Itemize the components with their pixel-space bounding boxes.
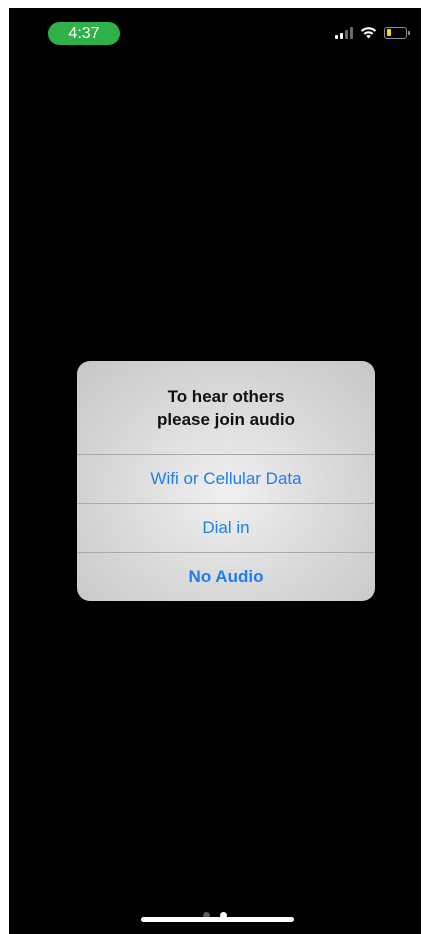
status-icons [335,26,410,39]
wifi-cellular-button[interactable]: Wifi or Cellular Data [77,454,375,503]
signal-icon [335,26,353,39]
join-audio-alert: To hear others please join audio Wifi or… [77,361,375,601]
battery-level [386,29,391,36]
battery-icon [384,26,410,39]
dial-in-button[interactable]: Dial in [77,503,375,552]
no-audio-button[interactable]: No Audio [77,552,375,601]
wifi-icon [360,27,377,39]
alert-title: To hear others please join audio [77,361,375,454]
phone-screen: 4:37 To hear others please join audio Wi… [9,8,421,934]
status-time[interactable]: 4:37 [48,22,120,45]
alert-title-line1: To hear others [167,386,285,406]
alert-title-line2: please join audio [157,409,295,429]
home-indicator[interactable] [141,917,294,922]
